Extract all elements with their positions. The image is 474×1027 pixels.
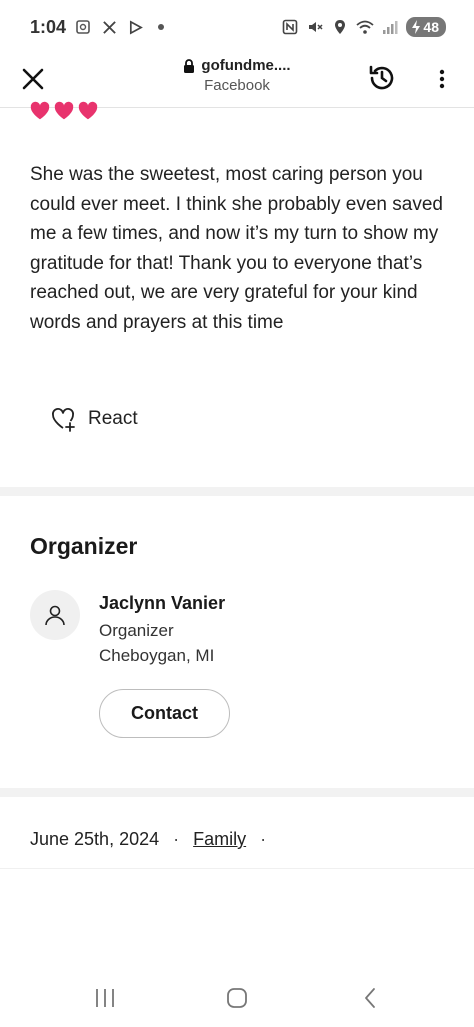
play-icon <box>126 18 144 36</box>
avatar <box>30 590 80 640</box>
section-divider <box>0 487 474 496</box>
organizer-name: Jaclynn Vanier <box>99 593 226 613</box>
signal-icon <box>381 18 399 36</box>
story-text: She was the sweetest, most caring person… <box>30 164 443 333</box>
battery-icon: 48 <box>406 17 446 37</box>
status-right: 48 <box>281 17 446 37</box>
x-app-icon <box>100 18 118 36</box>
url-text: gofundme.... <box>201 57 291 74</box>
contact-button[interactable]: Contact <box>99 689 230 738</box>
created-date: June 25th, 2024 <box>30 829 160 849</box>
heart-icon <box>54 101 74 120</box>
lock-icon <box>184 58 195 73</box>
navigation-bar <box>0 970 474 1027</box>
react-button[interactable]: React <box>50 406 138 432</box>
meta-separator: · <box>260 829 267 849</box>
organizer-role: Organizer <box>99 621 174 640</box>
history-button[interactable] <box>366 62 398 94</box>
mute-icon <box>306 18 324 36</box>
home-button[interactable] <box>222 984 252 1012</box>
recents-icon <box>96 989 114 1007</box>
back-button[interactable] <box>355 984 385 1012</box>
wifi-icon <box>356 18 375 36</box>
campaign-meta: June 25th, 2024 · Family · <box>30 829 280 850</box>
meta-separator: · <box>173 829 180 849</box>
home-icon <box>227 988 247 1008</box>
heart-icon <box>78 101 98 120</box>
more-icon <box>439 69 445 89</box>
more-options-button[interactable] <box>430 64 454 94</box>
url-bar[interactable]: gofundme.... Facebook <box>0 57 474 94</box>
category-link[interactable]: Family <box>193 829 246 850</box>
react-label: React <box>88 408 138 429</box>
divider-line <box>0 868 474 869</box>
nfc-icon <box>281 18 299 36</box>
status-bar: 1:04 48 <box>0 0 474 54</box>
dot-icon <box>152 18 170 36</box>
history-icon <box>369 65 394 90</box>
section-divider <box>0 788 474 797</box>
status-time: 1:04 <box>30 16 67 37</box>
url-source: Facebook <box>204 77 270 94</box>
back-icon <box>365 988 375 1008</box>
heart-emojis <box>29 100 99 122</box>
location-icon <box>331 18 349 36</box>
recent-apps-button[interactable] <box>90 984 120 1012</box>
status-left: 1:04 <box>30 17 170 38</box>
user-icon <box>45 605 65 626</box>
organizer-heading: Organizer <box>30 533 138 559</box>
heart-plus-icon <box>52 408 75 432</box>
heart-icon <box>30 101 50 120</box>
battery-level: 48 <box>423 19 439 35</box>
organizer-location: Cheboygan, MI <box>99 646 215 665</box>
screenshot-icon <box>74 18 92 36</box>
